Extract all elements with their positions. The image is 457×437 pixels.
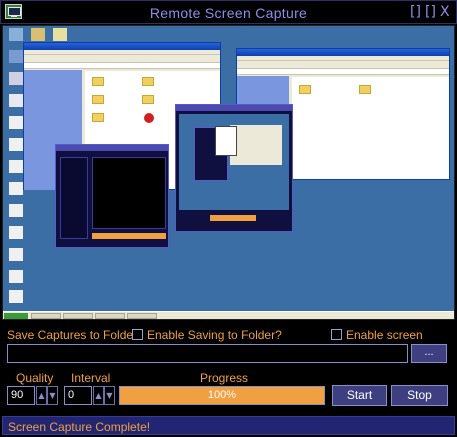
desktop-window: [55, 144, 169, 248]
progress-text: 100%: [207, 389, 237, 401]
quality-label: Quality: [16, 371, 54, 385]
progress-label: Progress: [200, 371, 249, 385]
save-captures-label: Save Captures to Folder:: [7, 328, 141, 342]
window-title: Remote Screen Capture: [149, 5, 308, 21]
enable-saving-checkbox[interactable]: [132, 329, 143, 340]
desktop-icon: [9, 50, 23, 63]
desktop-icon: [9, 182, 23, 195]
title-bar[interactable]: Remote Screen Capture [] [] X: [0, 0, 457, 24]
desktop-icon: [9, 248, 23, 261]
desktop-window: [175, 104, 293, 232]
desktop-icon: [9, 28, 23, 41]
browse-folder-button[interactable]: ...: [411, 344, 447, 363]
progress-bar: 100%: [119, 386, 325, 405]
desktop-taskbar: [3, 311, 454, 319]
desktop-icon: [9, 138, 23, 151]
desktop-icon: [9, 204, 23, 217]
restore-button[interactable]: []: [425, 3, 436, 21]
status-bar: Screen Capture Complete!: [2, 416, 455, 435]
capture-preview[interactable]: [2, 25, 455, 320]
status-text: Screen Capture Complete!: [8, 420, 151, 434]
enable-saving-label[interactable]: Enable Saving to Folder?: [147, 328, 282, 342]
desktop-icon: [53, 28, 67, 41]
desktop-icon: [9, 116, 23, 129]
desktop-icon: [9, 94, 23, 107]
desktop-icon: [9, 160, 23, 173]
close-button[interactable]: X: [440, 3, 450, 21]
folder-path-input[interactable]: [7, 344, 408, 363]
spin-up-icon[interactable]: ▲: [36, 386, 47, 405]
desktop-icon: [31, 28, 45, 41]
spin-up-icon[interactable]: ▲: [93, 386, 104, 405]
quality-input[interactable]: 90: [7, 386, 35, 405]
start-button[interactable]: Start: [332, 385, 387, 406]
dropdown-arrow-icon[interactable]: ▼: [104, 386, 115, 405]
stop-button[interactable]: Stop: [391, 385, 448, 406]
dropdown-arrow-icon[interactable]: ▼: [47, 386, 58, 405]
desktop-icon: [9, 270, 23, 283]
desktop-icon: [9, 290, 23, 303]
interval-label: Interval: [71, 371, 111, 385]
desktop-icon: [9, 226, 23, 239]
maximize-button[interactable]: []: [410, 3, 421, 21]
desktop-icon: [9, 72, 23, 85]
interval-input[interactable]: 0: [64, 386, 92, 405]
enable-clicks-checkbox[interactable]: [331, 329, 342, 340]
